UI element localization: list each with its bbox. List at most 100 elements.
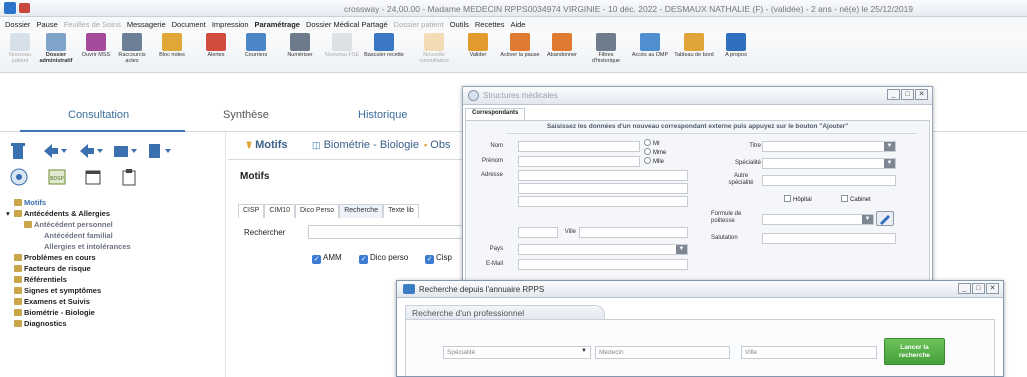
tree-item[interactable]: Signes et symptômes [6, 285, 224, 296]
folder-dropdown-icon[interactable] [112, 142, 137, 160]
nom-field[interactable] [518, 141, 640, 152]
toolbar-button[interactable]: Numériser [280, 33, 320, 58]
motif-search-input[interactable] [308, 225, 468, 239]
trash-icon[interactable] [10, 142, 28, 160]
subtab-motifs[interactable]: ☤ Motifs [246, 139, 287, 151]
bdsp-icon[interactable]: BDSP [48, 168, 66, 186]
close-button[interactable]: ✕ [915, 89, 928, 100]
menu-item[interactable]: Impression [209, 17, 252, 31]
formule-select[interactable]: ▼ [762, 214, 874, 225]
pays-select[interactable]: ▼ [518, 244, 688, 255]
menu-item[interactable]: Messagerie [124, 17, 169, 31]
adresse-field-3[interactable] [518, 196, 688, 207]
tab-historique[interactable]: Historique [358, 109, 408, 121]
autre-specialite-field[interactable] [762, 175, 896, 186]
menu-item[interactable]: Aide [507, 17, 528, 31]
tree-item[interactable]: Examens et Suivis [6, 296, 224, 307]
menu-item[interactable]: Dossier patient [391, 17, 447, 31]
toolbar-button[interactable]: Tableau de bord [674, 33, 714, 58]
add-item-dropdown-icon[interactable] [42, 142, 67, 160]
document-dropdown-icon[interactable] [146, 142, 171, 160]
toolbar-button[interactable]: Basculer recette [364, 33, 404, 58]
subtab-biometrie[interactable]: ◫ Biométrie - Biologie [312, 139, 419, 151]
radio-mme[interactable]: Mme [644, 148, 666, 156]
tree-item[interactable]: Antécédent familial [6, 230, 224, 241]
prenom-field[interactable] [518, 156, 640, 167]
quick-access-icon[interactable] [19, 3, 30, 13]
toolbar-button[interactable]: Bloc notes [152, 33, 192, 58]
tab-synthese[interactable]: Synthèse [223, 109, 269, 121]
toolbar-button[interactable]: Nouvelle consultation [414, 33, 454, 64]
checkbox-cabinet[interactable]: Cabinet [841, 195, 871, 203]
checkbox-cisp[interactable]: ✓ Cisp [425, 253, 452, 264]
tree-item[interactable]: Problèmes en cours [6, 252, 224, 263]
motif-tab[interactable]: Recherche [339, 204, 384, 218]
tab-correspondants[interactable]: Correspondants [465, 108, 526, 120]
nom-search-input[interactable]: Médecin [595, 346, 730, 359]
tree-item[interactable]: Antécédent personnel [6, 219, 224, 230]
subtab-observation[interactable]: ▪ Obs [424, 139, 450, 151]
tree-item[interactable]: Diagnostics [6, 318, 224, 329]
menu-item[interactable]: Dossier [2, 17, 33, 31]
menu-item[interactable]: Paramétrage [252, 17, 303, 31]
minimize-button[interactable]: _ [958, 283, 971, 294]
tree-item[interactable]: Allergies et intolérances [6, 241, 224, 252]
tab-consultation[interactable]: Consultation [68, 109, 129, 121]
lancer-recherche-button[interactable]: Lancer la recherche [884, 338, 945, 365]
adresse-field-2[interactable] [518, 183, 688, 194]
checkbox-hopital[interactable]: Hôpital [784, 195, 812, 203]
checkbox-dico-perso[interactable]: ✓ Dico perso [359, 253, 408, 264]
forward-dropdown-icon[interactable] [78, 142, 103, 160]
tree-item[interactable]: Facteurs de risque [6, 263, 224, 274]
toolbar-button[interactable]: Nouveau patient [0, 33, 40, 64]
toolbar-button[interactable]: Courriers [236, 33, 276, 58]
motif-tab[interactable]: CISP [238, 204, 265, 218]
app-icon[interactable] [4, 2, 16, 14]
menu-item[interactable]: Recettes [472, 17, 508, 31]
edit-formule-button[interactable] [876, 211, 894, 226]
toolbar-button[interactable]: Ouvrir MSS [76, 33, 116, 58]
disc-icon[interactable] [10, 168, 28, 186]
toolbar-button[interactable]: Abandonner [542, 33, 582, 58]
menu-item[interactable]: Pause [33, 17, 60, 31]
cp-field[interactable] [518, 227, 558, 238]
tree-item[interactable]: Motifs [6, 197, 224, 208]
toolbar-button[interactable]: Accès au DMP [630, 33, 670, 58]
checkbox-amm[interactable]: ✓ AMM [312, 253, 342, 264]
motif-tab[interactable]: Dico Perso [294, 204, 340, 218]
ville-search-input[interactable]: Ville [741, 346, 877, 359]
toolbar-button[interactable]: Alertes [196, 33, 236, 58]
salutation-field[interactable] [762, 233, 896, 244]
motif-tab[interactable]: CIM10 [264, 204, 295, 218]
email-field[interactable] [518, 259, 688, 270]
toolbar-button[interactable]: Nouveau FSE [322, 33, 362, 58]
toolbar-button[interactable]: Activer la pause [500, 33, 540, 58]
specialite-dropdown[interactable]: Spécialité ▼ [443, 346, 591, 359]
tree-item[interactable]: Biométrie - Biologie [6, 307, 224, 318]
minimize-button[interactable]: _ [887, 89, 900, 100]
maximize-button[interactable]: □ [901, 89, 914, 100]
menu-item[interactable]: Feuilles de Soins [61, 17, 124, 31]
adresse-field-1[interactable] [518, 170, 688, 181]
close-button[interactable]: ✕ [986, 283, 999, 294]
tree-item[interactable]: Référentiels [6, 274, 224, 285]
toolbar-button[interactable]: Raccourcis actes [112, 33, 152, 64]
expander-icon[interactable]: ▾ [6, 208, 10, 219]
clipboard-icon[interactable] [120, 168, 138, 186]
calendar-icon[interactable] [84, 168, 102, 186]
tree-item[interactable]: ▾ Antécédents & Allergies [6, 208, 224, 219]
titre-select[interactable]: ▼ [762, 141, 896, 152]
toolbar-button[interactable]: A propos [716, 33, 756, 58]
motif-tab[interactable]: Texte lib [383, 204, 419, 218]
radio-mr[interactable]: Mr [644, 139, 660, 147]
menu-item[interactable]: Document [169, 17, 209, 31]
toolbar-button[interactable]: Dossier administratif [36, 33, 76, 64]
specialite-select[interactable]: ▼ [762, 158, 896, 169]
ville-field[interactable] [579, 227, 688, 238]
radio-mlle[interactable]: Mlle [644, 157, 664, 165]
menu-item[interactable]: Dossier Médical Partagé [303, 17, 391, 31]
toolbar-button[interactable]: Valider [458, 33, 498, 58]
menu-item[interactable]: Outils [447, 17, 472, 31]
toolbar-button[interactable]: Filtres d'historique [586, 33, 626, 64]
maximize-button[interactable]: □ [972, 283, 985, 294]
